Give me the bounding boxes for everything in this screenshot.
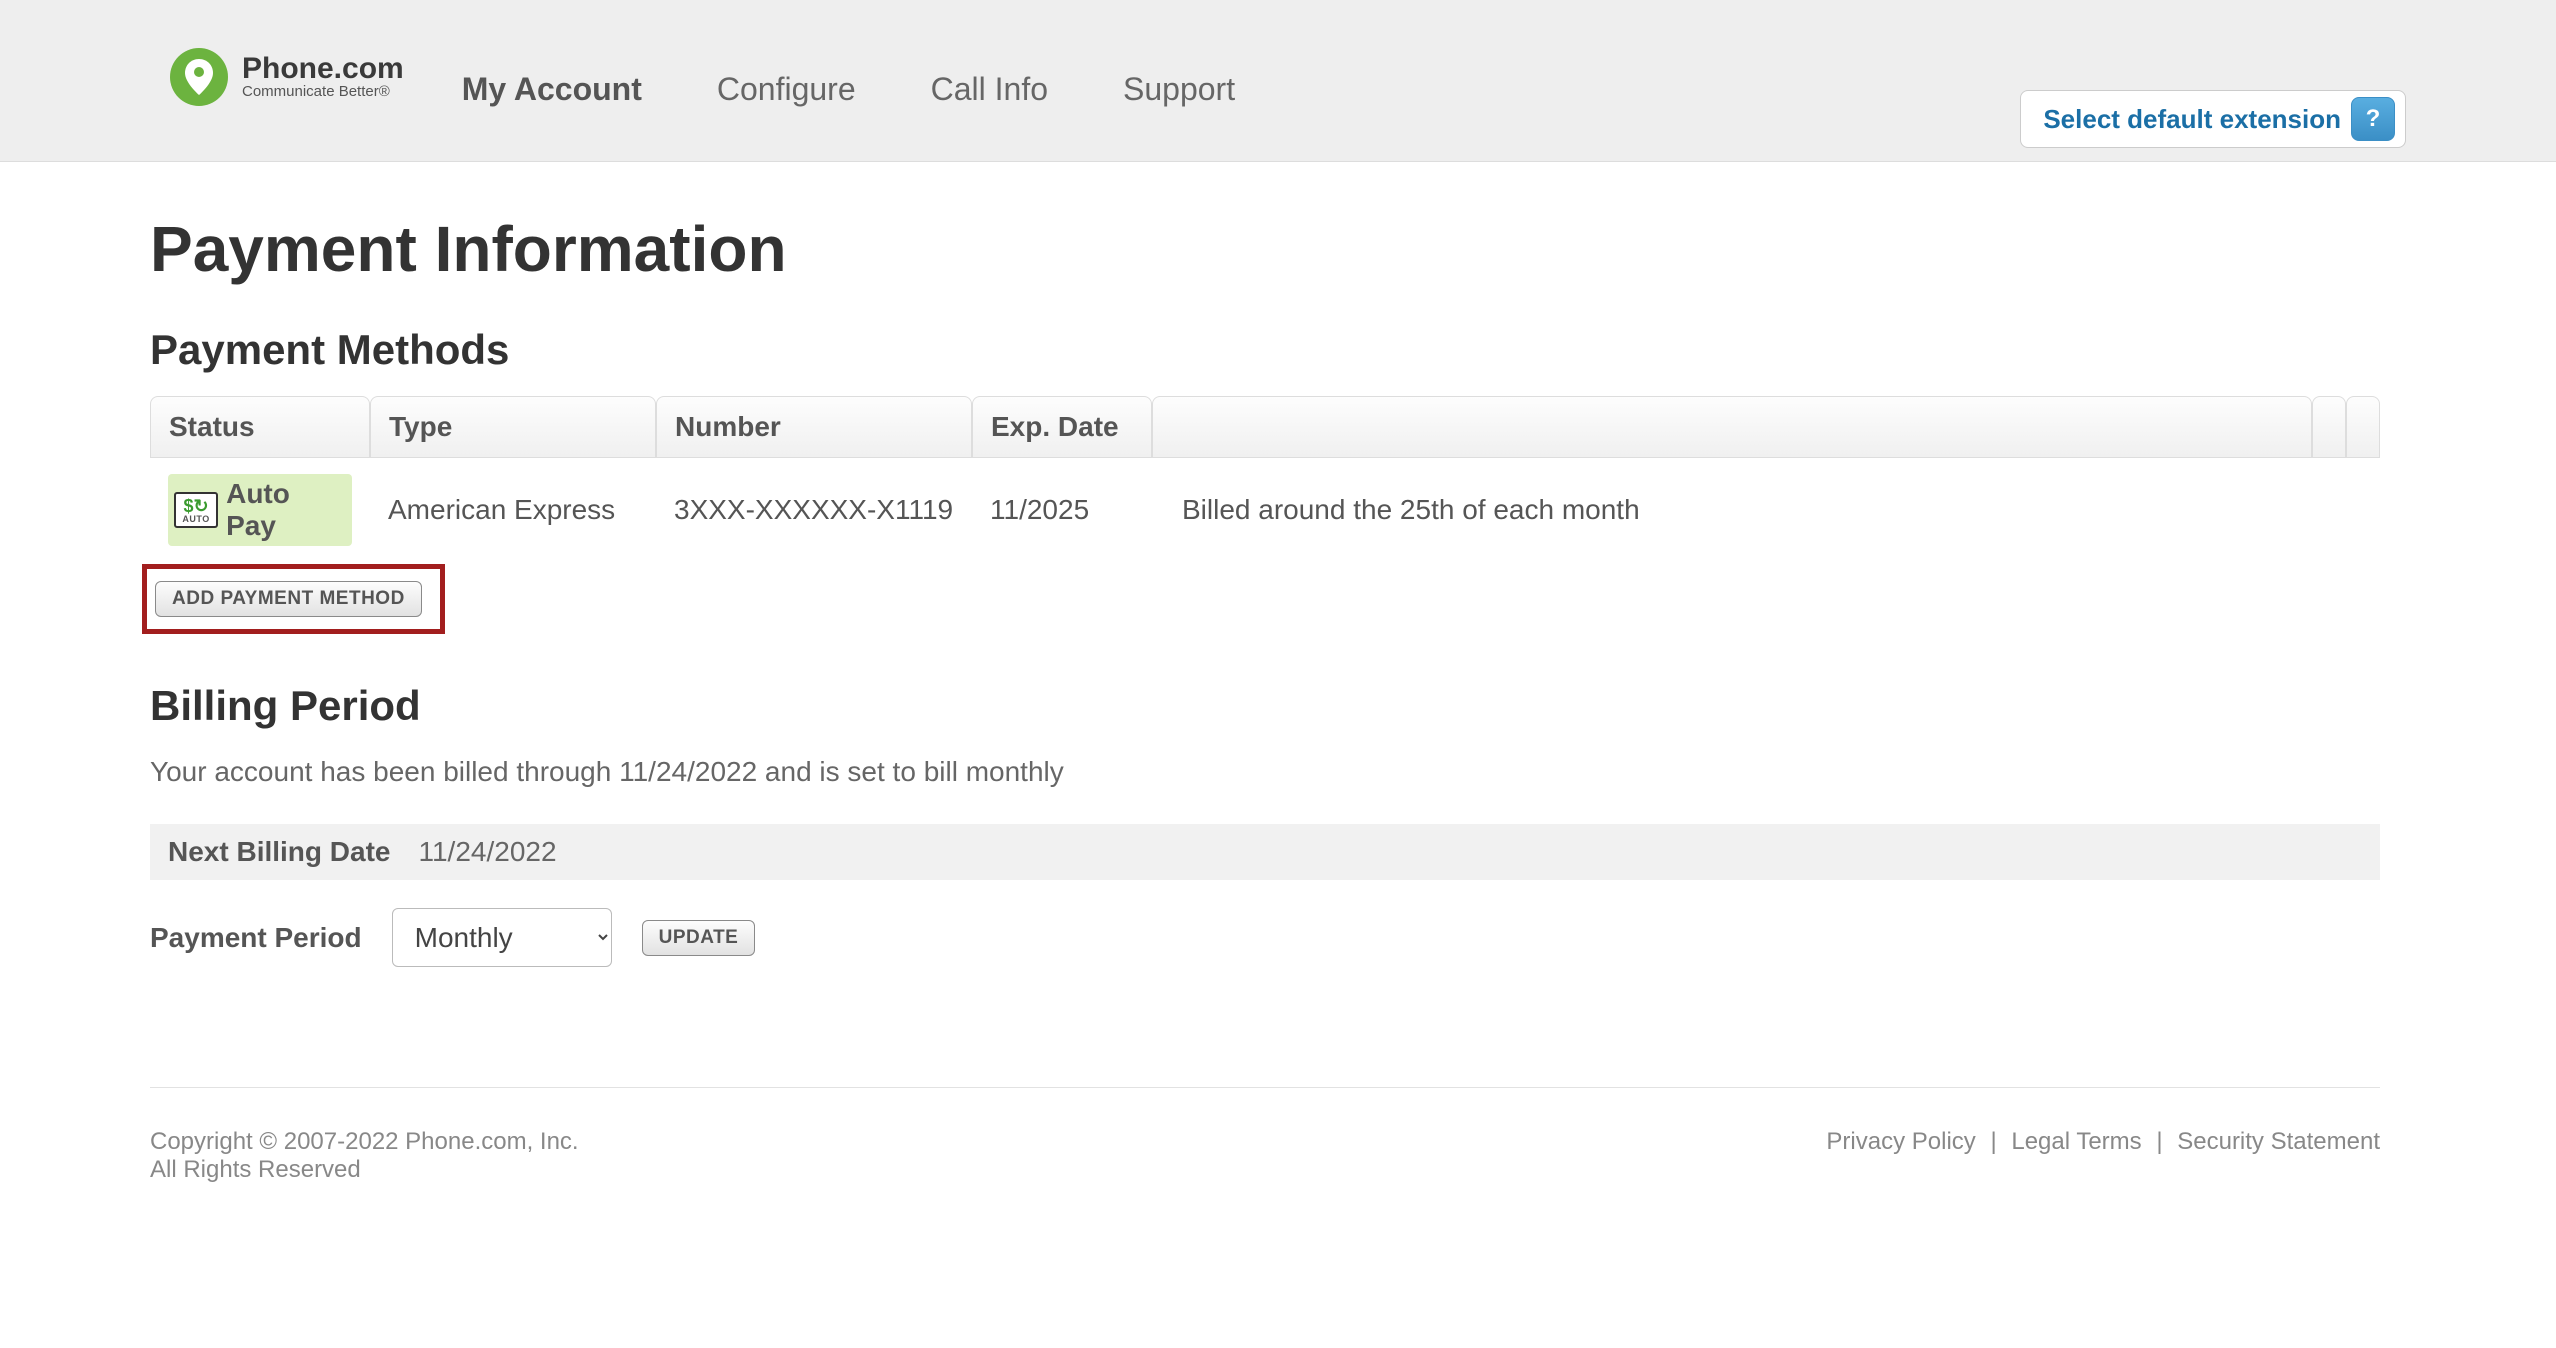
cell-note: Billed around the 25th of each month bbox=[1152, 458, 2380, 556]
col-number: Number bbox=[656, 396, 972, 458]
billing-period-heading: Billing Period bbox=[150, 682, 2380, 730]
col-type: Type bbox=[370, 396, 656, 458]
payment-methods-table: Status Type Number Exp. Date $↻ AUTO Au bbox=[150, 396, 2380, 556]
main-content: Payment Information Payment Methods Stat… bbox=[150, 162, 2380, 1244]
link-security[interactable]: Security Statement bbox=[2177, 1128, 2380, 1155]
brand-name: Phone.com bbox=[242, 54, 404, 84]
col-note bbox=[1152, 396, 2312, 458]
billing-summary: Your account has been billed through 11/… bbox=[150, 756, 2380, 788]
next-billing-row: Next Billing Date 11/24/2022 bbox=[150, 824, 2380, 880]
auto-pay-badge: $↻ AUTO Auto Pay bbox=[168, 474, 352, 546]
nav-configure[interactable]: Configure bbox=[717, 71, 856, 108]
footer-sep: | bbox=[1990, 1128, 1996, 1155]
link-privacy[interactable]: Privacy Policy bbox=[1826, 1128, 1975, 1155]
nav-support[interactable]: Support bbox=[1123, 71, 1235, 108]
auto-pay-icon: $↻ AUTO bbox=[174, 492, 218, 528]
logo-text: Phone.com Communicate Better® bbox=[242, 54, 404, 99]
cell-type: American Express bbox=[370, 458, 656, 556]
nav-my-account[interactable]: My Account bbox=[462, 71, 642, 108]
col-status: Status bbox=[150, 396, 370, 458]
cell-exp: 11/2025 bbox=[972, 458, 1152, 556]
auto-pay-label: Auto Pay bbox=[226, 478, 342, 542]
default-extension-select[interactable]: Select default extension ? bbox=[2020, 90, 2406, 148]
brand-tagline: Communicate Better® bbox=[242, 84, 404, 99]
extension-label: Select default extension bbox=[2043, 104, 2341, 135]
footer: Copyright © 2007-2022 Phone.com, Inc. Al… bbox=[150, 1128, 2380, 1244]
payment-methods-heading: Payment Methods bbox=[150, 326, 2380, 374]
payment-period-label: Payment Period bbox=[150, 922, 362, 954]
col-stub-1 bbox=[2312, 396, 2346, 458]
col-stub-2 bbox=[2346, 396, 2380, 458]
primary-nav: My Account Configure Call Info Support bbox=[462, 45, 1235, 108]
help-icon[interactable]: ? bbox=[2351, 97, 2395, 141]
next-billing-value: 11/24/2022 bbox=[418, 836, 556, 868]
next-billing-label: Next Billing Date bbox=[168, 836, 390, 868]
table-row: $↻ AUTO Auto Pay American Express 3XXX-X… bbox=[150, 458, 2380, 556]
cell-number: 3XXX-XXXXXX-X1119 bbox=[656, 458, 972, 556]
add-payment-method-button[interactable]: ADD PAYMENT METHOD bbox=[155, 581, 422, 617]
update-button[interactable]: UPDATE bbox=[642, 920, 756, 956]
link-legal[interactable]: Legal Terms bbox=[2011, 1128, 2141, 1155]
copyright-text: Copyright © 2007-2022 Phone.com, Inc. bbox=[150, 1128, 579, 1156]
page-title: Payment Information bbox=[150, 212, 2380, 286]
col-exp: Exp. Date bbox=[972, 396, 1152, 458]
payment-period-row: Payment Period Monthly UPDATE bbox=[150, 908, 2380, 967]
add-payment-method-highlight: ADD PAYMENT METHOD bbox=[142, 564, 445, 634]
nav-call-info[interactable]: Call Info bbox=[931, 71, 1048, 108]
footer-sep: | bbox=[2156, 1128, 2162, 1155]
top-bar: Phone.com Communicate Better® My Account… bbox=[0, 0, 2556, 162]
cell-status: $↻ AUTO Auto Pay bbox=[150, 458, 370, 556]
logo[interactable]: Phone.com Communicate Better® bbox=[170, 48, 404, 106]
footer-divider bbox=[150, 1087, 2380, 1088]
table-header-row: Status Type Number Exp. Date bbox=[150, 396, 2380, 458]
payment-period-select[interactable]: Monthly bbox=[392, 908, 612, 967]
logo-icon bbox=[170, 48, 228, 106]
rights-text: All Rights Reserved bbox=[150, 1156, 579, 1184]
footer-links: Privacy Policy | Legal Terms | Security … bbox=[1826, 1128, 2380, 1184]
footer-left: Copyright © 2007-2022 Phone.com, Inc. Al… bbox=[150, 1128, 579, 1184]
